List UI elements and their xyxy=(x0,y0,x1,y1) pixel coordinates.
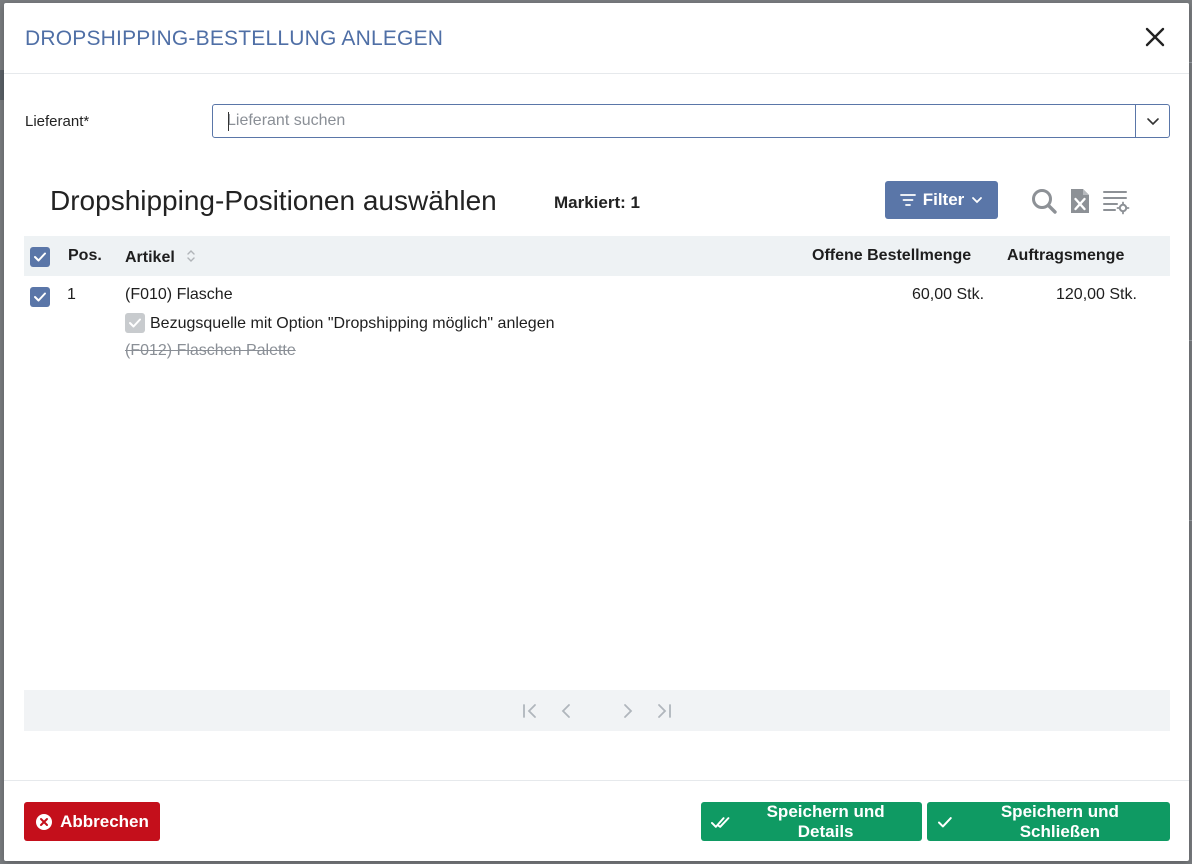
filter-button-label: Filter xyxy=(922,190,965,209)
next-page-icon[interactable] xyxy=(615,698,641,724)
save-and-details-label: Speichern und Details xyxy=(766,801,885,841)
row-article: (F010) Flasche xyxy=(125,286,233,303)
column-header-article[interactable]: Artikel xyxy=(125,247,197,267)
dropshipping-dialog: DROPSHIPPING-BESTELLUNG ANLEGEN Lieferan… xyxy=(4,3,1189,861)
table-header: Pos. Artikel Offene Bestellmenge Auftrag… xyxy=(24,236,1170,276)
supplier-search-input[interactable] xyxy=(213,105,1135,137)
column-header-pos: Pos. xyxy=(68,247,102,264)
option-checkbox xyxy=(125,313,145,333)
dialog-header: DROPSHIPPING-BESTELLUNG ANLEGEN xyxy=(4,3,1189,74)
excel-export-icon[interactable] xyxy=(1066,187,1094,215)
cancel-button-label: Abbrechen xyxy=(60,811,149,831)
double-check-icon xyxy=(711,816,730,828)
row-open-qty: 60,00 Stk. xyxy=(912,286,985,303)
column-header-order-qty: Auftragsmenge xyxy=(1007,247,1125,264)
save-and-close-label: Speichern und Schließen xyxy=(1000,801,1119,841)
last-page-icon[interactable] xyxy=(651,698,677,724)
dialog-footer: Abbrechen Speichern und Details Speicher… xyxy=(4,780,1189,861)
check-icon xyxy=(937,816,952,827)
chevron-down-icon xyxy=(1146,118,1159,126)
supplier-label: Lieferant* xyxy=(25,113,90,130)
section-title: Dropshipping-Positionen auswählen xyxy=(50,185,497,216)
page-gap xyxy=(589,698,605,724)
row-checkbox[interactable] xyxy=(30,287,50,307)
check-icon xyxy=(129,318,141,328)
option-label: Bezugsquelle mit Option "Dropshipping mö… xyxy=(150,315,555,332)
cancel-circle-icon xyxy=(36,813,53,830)
positions-table: Pos. Artikel Offene Bestellmenge Auftrag… xyxy=(24,236,1170,376)
marked-count: Markiert: 1 xyxy=(554,193,640,212)
sort-icon xyxy=(187,250,195,262)
chevron-down-icon xyxy=(972,197,983,204)
supplier-combobox[interactable] xyxy=(212,104,1170,138)
column-header-article-label: Artikel xyxy=(125,249,175,266)
row-order-qty: 120,00 Stk. xyxy=(1056,286,1137,303)
close-icon[interactable] xyxy=(1143,25,1167,49)
row-pos: 1 xyxy=(67,286,76,303)
check-icon xyxy=(34,292,46,302)
row-sub-article: (F012) Flaschen Palette xyxy=(125,342,296,359)
save-and-details-button[interactable]: Speichern und Details xyxy=(701,802,922,841)
search-icon[interactable] xyxy=(1030,187,1058,215)
pagination-bar xyxy=(24,690,1170,731)
column-settings-icon[interactable] xyxy=(1102,187,1130,215)
cancel-button[interactable]: Abbrechen xyxy=(24,802,160,841)
filter-button[interactable]: Filter xyxy=(885,181,998,219)
first-page-icon[interactable] xyxy=(517,698,543,724)
filter-icon xyxy=(899,194,916,206)
select-all-checkbox[interactable] xyxy=(30,247,50,267)
save-and-close-button[interactable]: Speichern und Schließen xyxy=(927,802,1170,841)
text-cursor xyxy=(228,112,229,131)
supplier-row: Lieferant* xyxy=(4,104,1189,138)
supplier-dropdown-toggle[interactable] xyxy=(1135,105,1169,137)
table-row[interactable]: 1 (F010) Flasche Bezugsquelle mit Option… xyxy=(24,276,1170,376)
column-header-open-qty: Offene Bestellmenge xyxy=(812,247,972,264)
check-icon xyxy=(34,252,46,262)
previous-page-icon[interactable] xyxy=(553,698,579,724)
dialog-title: DROPSHIPPING-BESTELLUNG ANLEGEN xyxy=(25,27,444,50)
